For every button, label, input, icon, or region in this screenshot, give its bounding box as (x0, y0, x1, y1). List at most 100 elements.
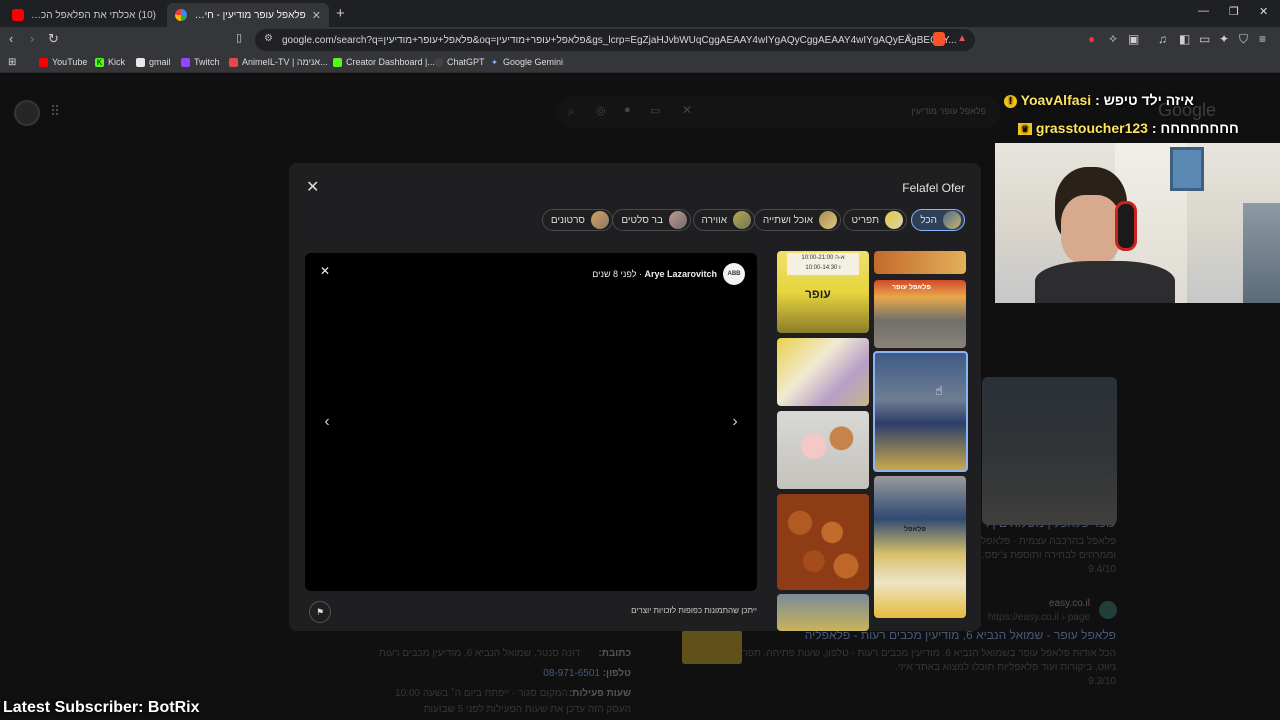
next-photo-icon[interactable]: › (725, 413, 745, 433)
photo-thumbnail[interactable] (777, 411, 869, 489)
minimize-icon[interactable]: — (1198, 5, 1209, 17)
bookmark-gmail[interactable]: gmail (136, 57, 171, 67)
author-avatar[interactable]: ABB (723, 263, 745, 285)
tab-title: (10) אכלתי את הפלאפל הכי ישן בישר (30, 9, 156, 21)
reload-icon[interactable]: ↻ (48, 31, 59, 47)
bookmark-youtube[interactable]: YouTube (39, 57, 87, 67)
clear-search-icon[interactable]: ✕ (682, 103, 692, 117)
chip-thumbnail (885, 211, 903, 229)
forward-icon[interactable]: › (30, 31, 34, 46)
tab-google-search[interactable]: פלאפל עופר מודיעין - חיפוש ב-Google ✕ (167, 3, 329, 27)
vpn-icon[interactable]: ⛉ (1239, 32, 1248, 47)
bookmark-gemini[interactable]: ✦ Google Gemini (490, 57, 563, 67)
address-value: דונה סנטר, שמואל הנביא 6, מודיעין מכבים … (378, 648, 580, 659)
chip-all[interactable]: הכל (911, 209, 965, 231)
chip-thumbnail (819, 211, 837, 229)
youtube-icon (12, 9, 24, 21)
animeil-icon (229, 57, 238, 67)
photo-thumbnail[interactable] (777, 494, 869, 590)
bookmark-creator-dashboard[interactable]: Creator Dashboard |... (333, 57, 435, 67)
photo-thumbnail[interactable]: 10:00-21:00 א-ה 10:00-14:30 ו עופר (777, 251, 869, 333)
photo-thumbnail-selected[interactable]: ☝ (873, 351, 968, 472)
media-icon[interactable]: ♫ (1158, 32, 1167, 46)
bookmark-animeil[interactable]: AnimeIL-TV | אנימה... (229, 57, 328, 67)
chat-text: חחחחחחחח (1160, 120, 1239, 136)
wallet-icon[interactable]: ▭ (1199, 32, 1210, 46)
chip-salad-bar[interactable]: בר סלטים (612, 209, 691, 231)
chip-label: סרטונים (550, 214, 585, 226)
lens-icon[interactable]: ◎ (596, 104, 606, 117)
mic-icon[interactable]: ● (624, 104, 631, 116)
cursor-hand-icon: ☝ (935, 383, 943, 398)
youtube-icon (39, 57, 48, 67)
google-icon (175, 9, 187, 21)
chip-food-drink[interactable]: אוכל ושתייה (753, 209, 841, 231)
headphones-icon (1115, 201, 1137, 251)
keyboard-icon[interactable]: ▭ (650, 104, 660, 117)
chip-vibe[interactable]: אווירה (692, 209, 755, 231)
sidebar-icon[interactable]: ◧ (1179, 32, 1190, 46)
background-place-photo[interactable] (982, 377, 1117, 525)
hours-value[interactable]: המקום סגור · ייפתח ביום ה׳ בשעה 10:00 (395, 688, 568, 699)
close-viewer-icon[interactable]: ✕ (306, 177, 319, 197)
easy-result-thumbnail[interactable] (682, 630, 742, 664)
tab-youtube-video[interactable]: (10) אכלתי את הפלאפל הכי ישן בישר (4, 3, 164, 27)
photo-author: לפני 8 שנים · Arye Lazarovitch (592, 269, 717, 279)
photo-thumbnail[interactable]: פלאפל עופר (874, 280, 966, 348)
chip-menu[interactable]: תפריט (842, 209, 907, 231)
webcam-overlay (995, 143, 1280, 303)
bookmarks-bar: ⊞ YouTube K Kick gmail Twitch AnimeIL-TV … (0, 53, 1280, 73)
brave-shield-icon[interactable] (933, 32, 945, 46)
site-info-icon[interactable]: ⚙ (264, 33, 273, 44)
brave-rewards-icon[interactable]: ▲ (957, 33, 967, 44)
author-name[interactable]: Arye Lazarovitch (644, 269, 717, 279)
new-tab-icon[interactable]: + (336, 5, 345, 22)
bookmark-twitch[interactable]: Twitch (181, 57, 220, 67)
extension-box-icon[interactable]: ▣ (1128, 32, 1139, 46)
tab-bar: (10) אכלתי את הפלאפל הכי ישן בישר פלאפל … (0, 0, 1280, 27)
google-apps-icon[interactable]: ⠿ (50, 103, 60, 120)
latest-subscriber: Latest Subscriber: BotRix (3, 699, 200, 716)
person-face (1061, 195, 1121, 265)
phone-value[interactable]: 08-971-6501 (543, 668, 600, 679)
extension-puzzle-icon[interactable]: ✧ (1108, 32, 1118, 46)
search-icon[interactable]: ⌕ (568, 104, 575, 119)
result-rating: 9.4/10 (1088, 564, 1116, 575)
bookmark-kick[interactable]: K Kick (95, 57, 125, 67)
apps-icon[interactable]: ⊞ (8, 57, 16, 68)
easy-favicon (1099, 601, 1117, 619)
bookmark-label: ChatGPT (447, 57, 485, 67)
extension-red-icon[interactable]: ● (1088, 32, 1095, 46)
result-url: https://easy.co.il › page (987, 612, 1090, 623)
chatgpt-icon (434, 57, 443, 67)
leo-ai-icon[interactable]: ✦ (1219, 32, 1229, 46)
url-text: google.com/search?q=פלאפל+עופר+מודיעין&o… (282, 34, 957, 46)
menu-icon[interactable]: ≡ (1259, 32, 1266, 46)
sign-line: 10:00-21:00 א-ה (801, 255, 845, 261)
address-bar[interactable]: ⚙ google.com/search?q=פלאפל+עופר+מודיעין… (255, 29, 975, 51)
share-icon[interactable]: ⇪ (905, 33, 913, 44)
photo-thumbnail[interactable] (874, 251, 966, 274)
close-photo-icon[interactable]: ✕ (317, 263, 333, 279)
search-box[interactable]: ⌕ ◎ ● ▭ ✕ פלאפל עופר מודיעין (556, 96, 1000, 128)
account-avatar[interactable] (14, 100, 40, 126)
bookmark-icon[interactable]: ▯ (236, 31, 242, 44)
box-text: פלאפל (904, 526, 926, 533)
chat-text: איזה ילד טיפש (1103, 92, 1194, 108)
restore-icon[interactable]: ❐ (1229, 5, 1239, 18)
previous-photo-icon[interactable]: ‹ (317, 413, 337, 433)
result-source: easy.co.il (1049, 598, 1090, 609)
main-photo[interactable]: ✕ ABB לפני 8 שנים · Arye Lazarovitch ‹ › (305, 253, 757, 591)
chip-videos[interactable]: סרטונים (541, 209, 613, 231)
close-window-icon[interactable]: ✕ (1259, 5, 1268, 18)
report-flag-icon[interactable]: ⚑ (309, 601, 331, 623)
crown-badge-icon: ♛ (1018, 123, 1032, 136)
photo-viewer-dialog: ✕ Felafel Ofer הכל תפריט אוכל ושתייה אוו… (289, 163, 981, 631)
photo-thumbnail[interactable] (777, 594, 869, 631)
close-tab-icon[interactable]: ✕ (312, 9, 321, 22)
photo-thumbnail[interactable]: פלאפל (874, 476, 966, 618)
bookmark-chatgpt[interactable]: ChatGPT (434, 57, 485, 67)
back-icon[interactable]: ‹ (9, 31, 13, 46)
photo-thumbnail[interactable] (777, 338, 869, 406)
result-snippet: פלאפל בהרכבה עצמית · פלאפל מפו (962, 536, 1116, 547)
